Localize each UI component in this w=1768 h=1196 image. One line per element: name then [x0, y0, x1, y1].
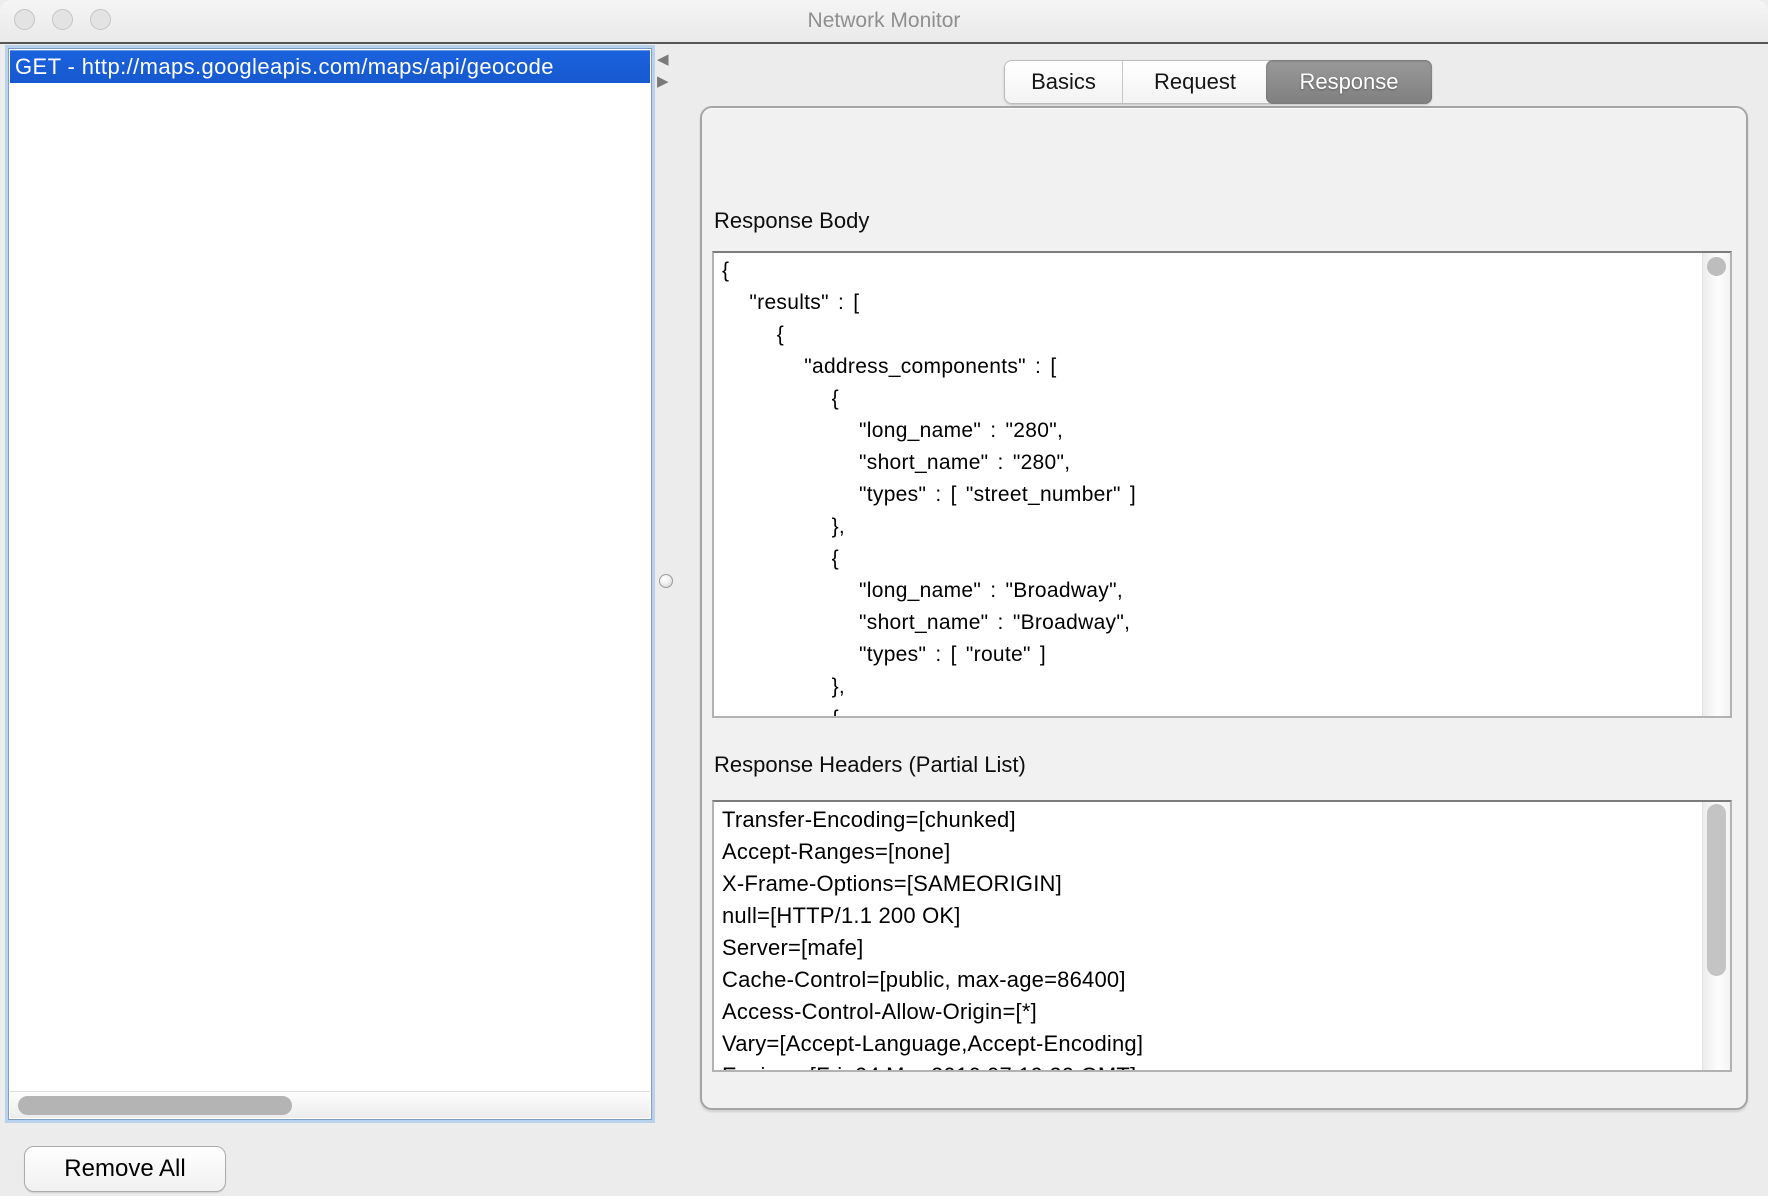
response-headers-scrollbar-thumb[interactable]: [1707, 804, 1726, 976]
request-list[interactable]: GET - http://maps.googleapis.com/maps/ap…: [8, 48, 652, 1120]
response-body-scrollbar-thumb[interactable]: [1707, 257, 1726, 276]
network-monitor-window: Network Monitor GET - http://maps.google…: [0, 0, 1768, 1196]
horizontal-scrollbar-thumb[interactable]: [18, 1096, 292, 1115]
split-pane-divider[interactable]: ◀ ▶: [655, 48, 691, 1120]
tab-request[interactable]: Request: [1123, 61, 1267, 103]
expand-right-icon[interactable]: ▶: [657, 74, 669, 89]
window-title: Network Monitor: [0, 0, 1768, 42]
response-body-area[interactable]: { "results" : [ { "address_components" :…: [712, 251, 1732, 718]
request-list-item-selected[interactable]: GET - http://maps.googleapis.com/maps/ap…: [10, 50, 650, 83]
response-body-label: Response Body: [714, 208, 869, 234]
divider-dimple-icon[interactable]: [659, 574, 673, 588]
tab-response[interactable]: Response: [1266, 60, 1432, 104]
tab-bar: Basics Request Response: [1004, 60, 1432, 104]
horizontal-scrollbar[interactable]: [10, 1091, 650, 1118]
response-headers-text[interactable]: Transfer-Encoding=[chunked] Accept-Range…: [714, 802, 1700, 1070]
response-body-scrollbar[interactable]: [1702, 253, 1730, 716]
response-body-text[interactable]: { "results" : [ { "address_components" :…: [714, 253, 1700, 716]
tab-basics[interactable]: Basics: [1005, 61, 1123, 103]
title-bar[interactable]: Network Monitor: [0, 0, 1768, 44]
response-headers-label: Response Headers (Partial List): [714, 752, 1026, 778]
collapse-left-icon[interactable]: ◀: [657, 52, 669, 67]
response-headers-area[interactable]: Transfer-Encoding=[chunked] Accept-Range…: [712, 800, 1732, 1072]
remove-all-button[interactable]: Remove All: [24, 1146, 226, 1192]
response-headers-scrollbar[interactable]: [1702, 802, 1730, 1070]
